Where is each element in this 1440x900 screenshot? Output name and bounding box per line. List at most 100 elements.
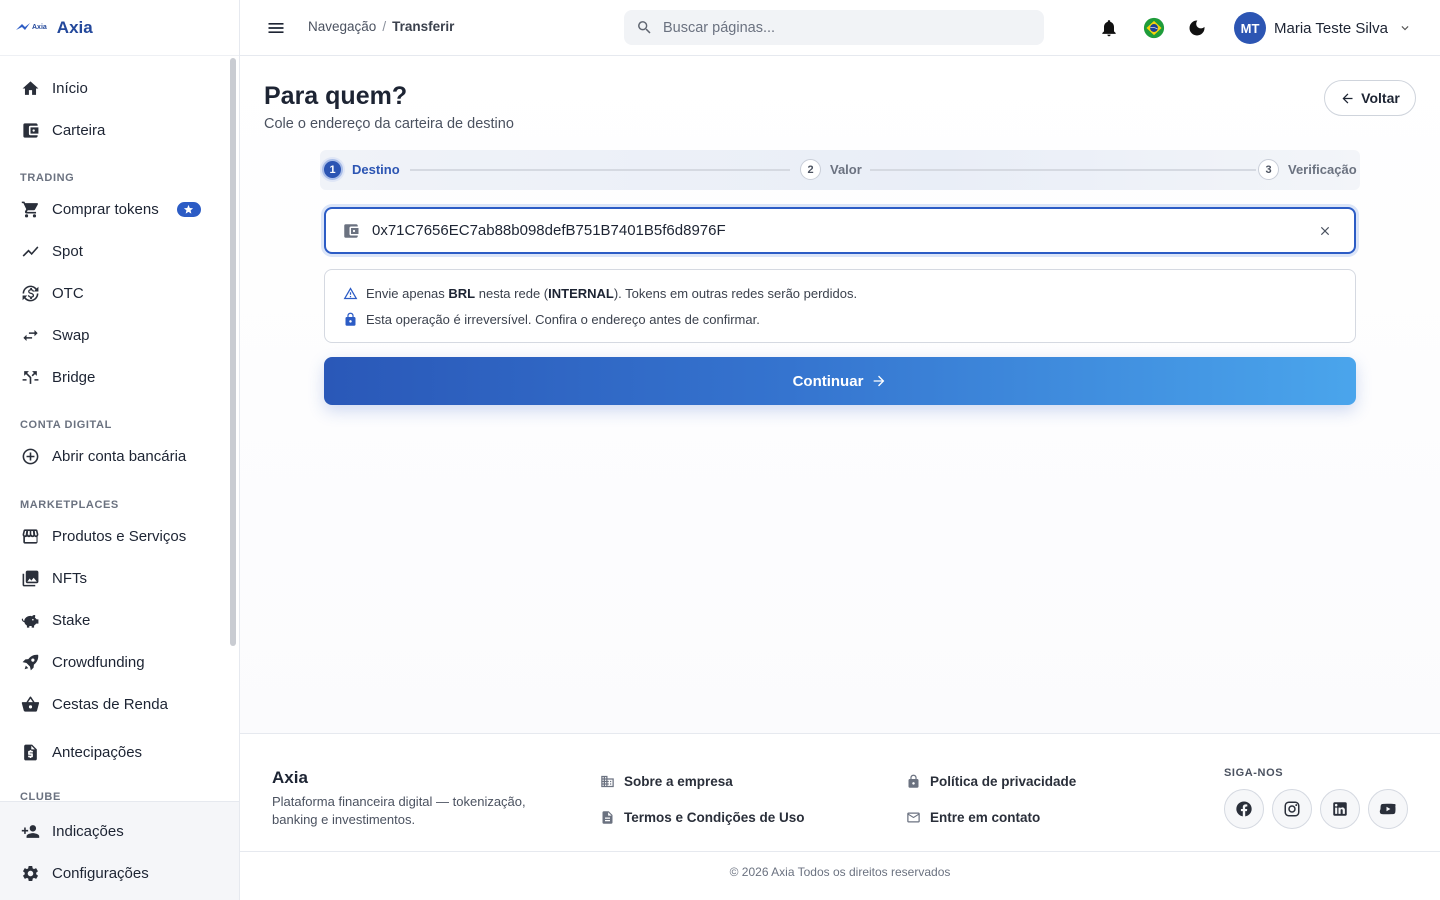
step-label: Destino: [352, 162, 400, 177]
notice-network: INTERNAL: [548, 285, 614, 301]
sidebar-item-spot[interactable]: Spot: [0, 230, 228, 272]
search-input[interactable]: [663, 19, 1023, 36]
receipt-icon: [20, 742, 40, 762]
sidebar-item-cestas-renda[interactable]: Cestas de Renda: [0, 683, 228, 725]
sidebar-item-comprar-tokens[interactable]: Comprar tokens: [0, 188, 228, 230]
sidebar: Axia Axia Início Carteira TRADING Compra…: [0, 0, 240, 900]
linkedin-icon: [1333, 802, 1347, 816]
breadcrumb: Navegação / Transferir: [308, 19, 454, 34]
back-button[interactable]: Voltar: [1324, 80, 1416, 116]
sidebar-item-carteira[interactable]: Carteira: [0, 109, 228, 151]
avatar: MT: [1234, 12, 1266, 44]
search-box[interactable]: [624, 10, 1044, 45]
sidebar-item-label: Abrir conta bancária: [52, 447, 187, 465]
language-button[interactable]: [1142, 16, 1166, 40]
sidebar-item-label: Stake: [52, 611, 91, 629]
footer-link-label: Termos e Condições de Uso: [624, 809, 805, 825]
sidebar-item-label: Bridge: [52, 368, 96, 386]
step-number: 2: [800, 159, 821, 180]
page-title: Para quem?: [264, 82, 408, 110]
star-icon: [184, 204, 194, 214]
footer: Axia Plataforma financeira digital — tok…: [240, 733, 1440, 900]
linkedin-button[interactable]: [1320, 789, 1360, 829]
clear-input-button[interactable]: [1316, 222, 1334, 240]
person-add-icon: [20, 821, 40, 841]
sidebar-item-inicio[interactable]: Início: [0, 67, 228, 109]
logo-mark-icon: Axia: [16, 22, 57, 33]
menu-toggle-button[interactable]: [264, 16, 288, 40]
notice-text-a: Envie apenas: [366, 285, 449, 301]
step-number: 1: [322, 159, 343, 180]
continue-button[interactable]: Continuar: [324, 357, 1356, 405]
notice-text-irreversible: Esta operação é irreversível. Confira o …: [366, 311, 760, 327]
mail-icon: [906, 809, 922, 825]
warning-notice: Envie apenas BRL nesta rede (INTERNAL). …: [324, 269, 1356, 343]
sidebar-item-crowdfunding[interactable]: Crowdfunding: [0, 641, 228, 683]
stepper: 1 Destino 2 Valor 3 Verificação: [320, 150, 1360, 190]
sidebar-item-stake[interactable]: Stake: [0, 599, 228, 641]
bell-icon: [1102, 20, 1116, 37]
sidebar-item-otc[interactable]: OTC: [0, 272, 228, 314]
hamburger-icon: [268, 23, 284, 33]
sidebar-item-antecipacoes[interactable]: Antecipações: [0, 731, 228, 773]
step-valor: 2 Valor: [800, 159, 862, 180]
piggy-bank-icon: [20, 610, 40, 630]
sidebar-item-nfts[interactable]: NFTs: [0, 557, 228, 599]
section-label-marketplaces: MARKETPLACES: [20, 499, 119, 511]
main-content: Para quem? Cole o endereço da carteira d…: [240, 56, 1440, 733]
notifications-button[interactable]: [1097, 16, 1121, 40]
brazil-flag-icon: [1143, 17, 1165, 39]
sidebar-item-label: Carteira: [52, 121, 106, 139]
brand-logo[interactable]: Axia Axia: [0, 0, 239, 56]
moon-icon: [1189, 20, 1205, 36]
sidebar-item-configuracoes[interactable]: Configurações: [0, 852, 239, 894]
swap-icon: [20, 325, 40, 345]
notice-irreversible: Esta operação é irreversível. Confira o …: [341, 310, 1355, 328]
footer-link-label: Sobre a empresa: [624, 773, 733, 789]
footer-link-label: Política de privacidade: [930, 773, 1077, 789]
breadcrumb-root[interactable]: Navegação: [308, 19, 376, 34]
footer-divider: [240, 851, 1440, 852]
wallet-address-field[interactable]: [324, 207, 1356, 254]
arrow-right-icon: [874, 375, 885, 387]
sidebar-item-label: NFTs: [52, 569, 87, 587]
sidebar-item-swap[interactable]: Swap: [0, 314, 228, 356]
sidebar-item-label: Crowdfunding: [52, 653, 145, 671]
sidebar-item-produtos-servicos[interactable]: Produtos e Serviços: [0, 515, 228, 557]
trending-icon: [20, 241, 40, 261]
facebook-button[interactable]: [1224, 789, 1264, 829]
user-name: Maria Teste Silva: [1274, 19, 1388, 37]
sidebar-item-label: Swap: [52, 326, 90, 344]
add-circle-icon: [20, 446, 40, 466]
user-menu[interactable]: MT Maria Teste Silva: [1234, 12, 1414, 44]
footer-link-privacy[interactable]: Política de privacidade: [906, 773, 1076, 789]
youtube-button[interactable]: [1368, 789, 1408, 829]
sidebar-item-abrir-conta[interactable]: Abrir conta bancária: [0, 435, 228, 477]
sidebar-item-bridge[interactable]: Bridge: [0, 356, 228, 398]
footer-link-terms[interactable]: Termos e Condições de Uso: [600, 809, 805, 825]
bridge-icon: [20, 367, 40, 387]
wallet-address-input[interactable]: [372, 222, 1292, 239]
lock-icon: [906, 773, 922, 789]
theme-toggle-button[interactable]: [1185, 16, 1209, 40]
sidebar-bottom: Indicações Configurações: [0, 801, 239, 900]
facebook-icon: [1236, 801, 1252, 817]
sidebar-item-label: Configurações: [52, 864, 149, 882]
footer-link-about[interactable]: Sobre a empresa: [600, 773, 733, 789]
sidebar-item-indicacoes[interactable]: Indicações: [0, 810, 239, 852]
wallet-icon: [342, 222, 360, 240]
home-icon: [20, 78, 40, 98]
sidebar-item-label: Indicações: [52, 822, 124, 840]
store-icon: [20, 526, 40, 546]
section-label-conta-digital: CONTA DIGITAL: [20, 419, 112, 431]
brand-name: Axia: [56, 17, 93, 37]
sidebar-scrollbar[interactable]: [230, 58, 236, 646]
sidebar-item-label: Início: [52, 79, 88, 97]
sidebar-item-label: OTC: [52, 284, 84, 302]
notice-text-c: ). Tokens em outras redes serão perdidos…: [613, 285, 858, 301]
image-icon: [20, 568, 40, 588]
logo-mini-word: Axia: [32, 24, 47, 31]
instagram-button[interactable]: [1272, 789, 1312, 829]
footer-link-contact[interactable]: Entre em contato: [906, 809, 1040, 825]
breadcrumb-separator: /: [382, 19, 387, 34]
